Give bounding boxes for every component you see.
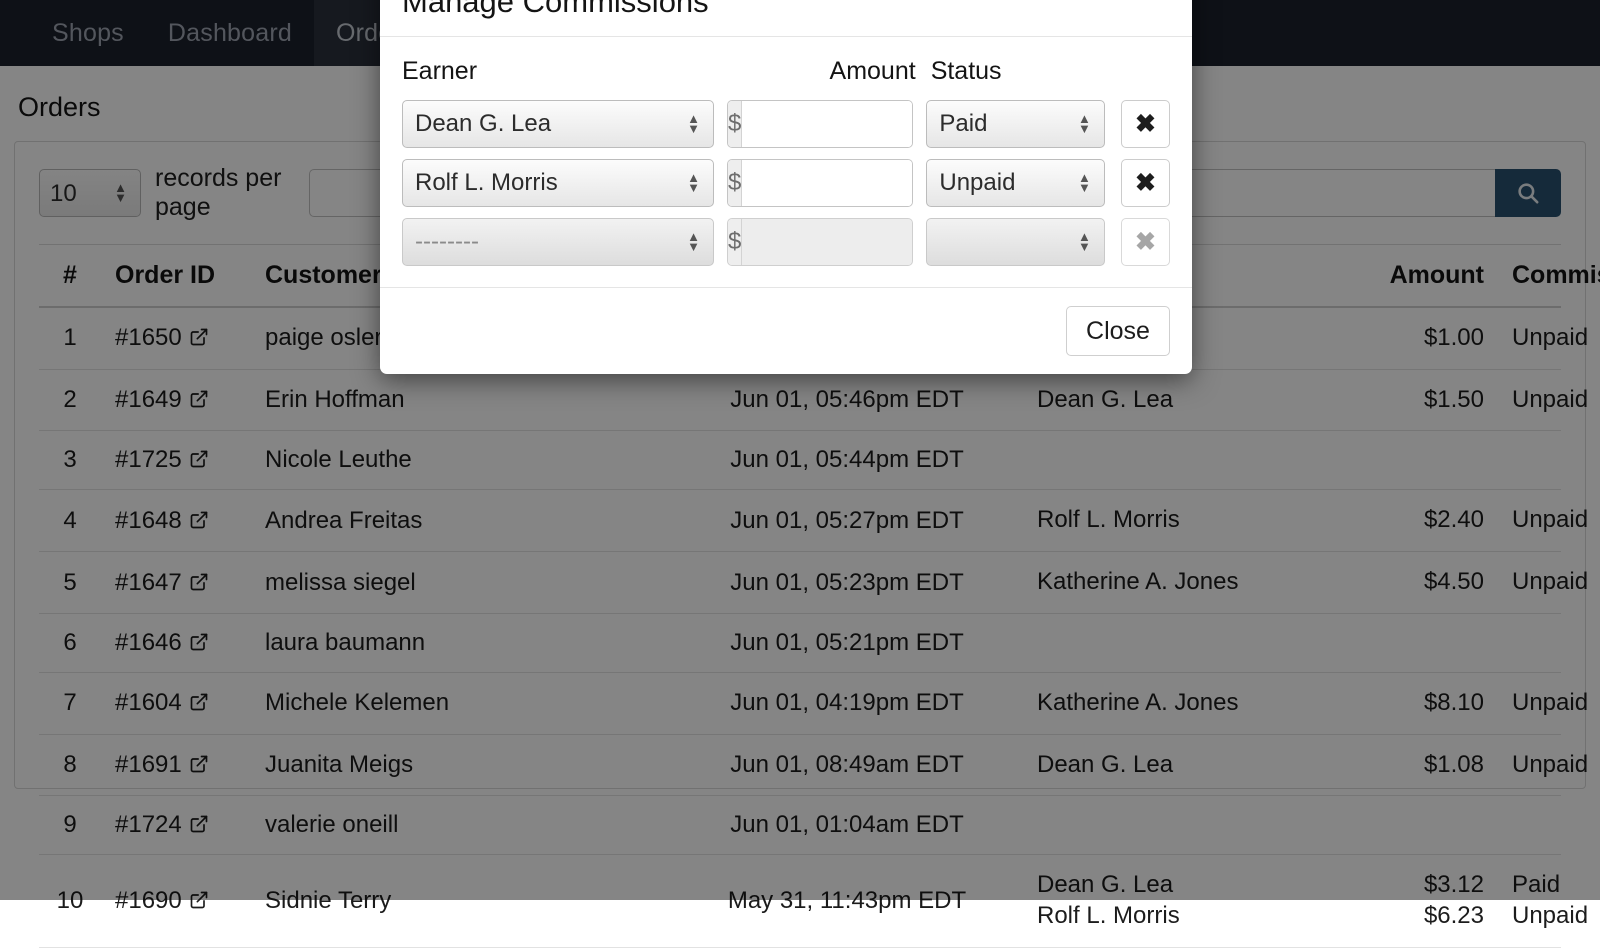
status-select-wrap: Paid▲▼ [926, 100, 1105, 148]
modal-title: Manage Commissions [402, 0, 1170, 20]
amount-input-group: $ [727, 159, 913, 207]
currency-symbol: $ [728, 101, 742, 147]
modal-header: Manage Commissions [380, 0, 1192, 37]
commission-row: --------▲▼ $ ▲▼ ✖ [402, 218, 1170, 266]
label-status: Status [922, 57, 1114, 86]
earner-select[interactable]: Dean G. Lea [402, 100, 714, 148]
earner-select[interactable]: Rolf L. Morris [402, 159, 714, 207]
commission-rows: Dean G. Lea▲▼$Paid▲▼✖Rolf L. Morris▲▼$Un… [402, 100, 1170, 266]
status-select-wrap: Unpaid▲▼ [926, 159, 1105, 207]
status-select-wrap: ▲▼ [926, 218, 1105, 266]
commission-row: Dean G. Lea▲▼ $ Paid▲▼ ✖ [402, 100, 1170, 148]
currency-symbol: $ [728, 219, 742, 265]
commission-row: Rolf L. Morris▲▼ $ Unpaid▲▼ ✖ [402, 159, 1170, 207]
close-button[interactable]: Close [1066, 306, 1170, 356]
modal-body: Earner Amount Status Dean G. Lea▲▼$Paid▲… [380, 37, 1192, 287]
status-select [926, 218, 1105, 266]
amount-input-group: $ [727, 218, 913, 266]
remove-commission-button[interactable]: ✖ [1121, 100, 1170, 148]
label-earner: Earner [402, 57, 729, 86]
status-select[interactable]: Paid [926, 100, 1105, 148]
earner-line: Rolf L. Morris [1037, 901, 1309, 932]
remove-commission-button: ✖ [1121, 218, 1170, 266]
manage-commissions-modal: Manage Commissions Earner Amount Status … [380, 0, 1192, 374]
currency-symbol: $ [728, 160, 742, 206]
amount-input[interactable] [742, 101, 913, 147]
amount-line: $6.23 [1337, 901, 1484, 932]
amount-input [742, 219, 913, 265]
amount-input-group: $ [727, 100, 913, 148]
status-select[interactable]: Unpaid [926, 159, 1105, 207]
commission-form-headers: Earner Amount Status [402, 57, 1170, 86]
status-line: Unpaid [1512, 901, 1547, 932]
earner-select-wrap: Rolf L. Morris▲▼ [402, 159, 714, 207]
earner-select-wrap: --------▲▼ [402, 218, 714, 266]
remove-commission-button[interactable]: ✖ [1121, 159, 1170, 207]
amount-input[interactable] [742, 160, 913, 206]
label-amount: Amount [729, 57, 921, 86]
earner-select-wrap: Dean G. Lea▲▼ [402, 100, 714, 148]
modal-footer: Close [380, 287, 1192, 374]
earner-select: -------- [402, 218, 714, 266]
